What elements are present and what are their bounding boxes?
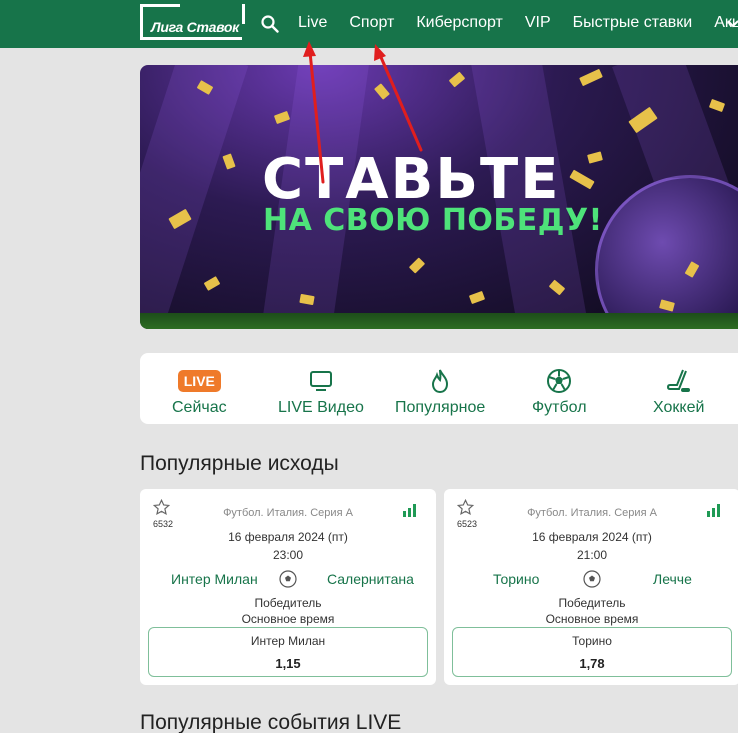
soccer-ball-icon — [583, 570, 601, 588]
top-navigation-bar: Лига Ставок Live Спорт Киберспорт VIP Бы… — [0, 0, 738, 48]
odd-button[interactable]: Торино 1,78 — [452, 627, 732, 677]
soccer-ball-icon — [547, 369, 572, 393]
quick-link-label: Хоккей — [653, 399, 705, 416]
outcome-name: Интер Милан — [250, 634, 326, 648]
stats-bars-icon[interactable] — [707, 504, 721, 517]
quick-link-live-now[interactable]: LIVE Сейчас — [172, 367, 227, 417]
event-date: 16 февраля 2024 (пт) — [228, 530, 348, 544]
live-badge-icon: LIVE — [177, 370, 221, 392]
outcome-name: Торино — [572, 634, 612, 648]
league-name[interactable]: Футбол. Италия. Серия А — [444, 507, 738, 519]
nav-live[interactable]: Live — [298, 14, 327, 32]
quick-links-bar: LIVE Сейчас LIVE Видео Популярное Футбол… — [140, 353, 738, 424]
quick-link-label: Популярное — [395, 399, 486, 416]
market-name: Победитель — [254, 596, 322, 610]
favorite-count: 6523 — [457, 519, 478, 529]
event-time: 21:00 — [576, 548, 608, 562]
quick-link-football[interactable]: Футбол — [532, 367, 587, 417]
odd-value: 1,78 — [579, 656, 605, 671]
event-date: 16 февраля 2024 (пт) — [532, 530, 652, 544]
promo-banner[interactable]: СТАВЬТЕ НА СВОЮ ПОБЕДУ! — [140, 65, 738, 329]
favorite-count: 6532 — [153, 519, 174, 529]
nav-fast-bets[interactable]: Быстрые ставки — [573, 14, 693, 32]
odd-button[interactable]: Интер Милан 1,15 — [148, 627, 428, 677]
event-time: 23:00 — [272, 548, 304, 562]
quick-link-hockey[interactable]: Хоккей — [653, 367, 704, 417]
nav-sport[interactable]: Спорт — [349, 14, 394, 32]
quick-link-live-video[interactable]: LIVE Видео — [278, 367, 364, 417]
stats-bars-icon[interactable] — [403, 504, 417, 517]
logo-text: Лига Ставок — [151, 19, 239, 35]
nav-esports[interactable]: Киберспорт — [416, 14, 502, 32]
fire-icon — [432, 369, 449, 394]
market-name: Победитель — [558, 596, 626, 610]
quick-link-label: Сейчас — [172, 399, 227, 416]
popular-outcomes-heading: Популярные исходы — [140, 452, 339, 475]
liga-stavok-logo[interactable]: Лига Ставок — [140, 4, 245, 40]
odd-value: 1,15 — [275, 656, 301, 671]
market-period: Основное время — [241, 612, 335, 626]
quick-link-popular[interactable]: Популярное — [395, 367, 485, 417]
quick-link-label: Футбол — [532, 399, 587, 416]
league-name[interactable]: Футбол. Италия. Серия А — [140, 507, 436, 519]
chevron-down-icon[interactable] — [727, 18, 738, 30]
market-period: Основное время — [545, 612, 639, 626]
banner-subtitle: НА СВОЮ ПОБЕДУ! — [263, 203, 603, 238]
home-team[interactable]: Торино — [493, 571, 539, 587]
event-card: 6532 Футбол. Италия. Серия А 16 февраля … — [140, 489, 436, 685]
home-team[interactable]: Интер Милан — [171, 571, 258, 587]
main-nav: Live Спорт Киберспорт VIP Быстрые ставки… — [298, 14, 738, 32]
tv-icon — [309, 371, 332, 391]
nav-vip[interactable]: VIP — [525, 14, 551, 32]
away-team[interactable]: Лечче — [653, 571, 692, 587]
away-team[interactable]: Салернитана — [327, 571, 414, 587]
live-events-heading: Популярные события LIVE — [140, 711, 402, 733]
soccer-ball-icon — [279, 570, 297, 588]
event-card: 6523 Футбол. Италия. Серия А 16 февраля … — [444, 489, 738, 685]
hockey-stick-icon — [666, 369, 690, 392]
search-icon[interactable] — [261, 15, 279, 33]
quick-link-label: LIVE Видео — [278, 399, 364, 416]
